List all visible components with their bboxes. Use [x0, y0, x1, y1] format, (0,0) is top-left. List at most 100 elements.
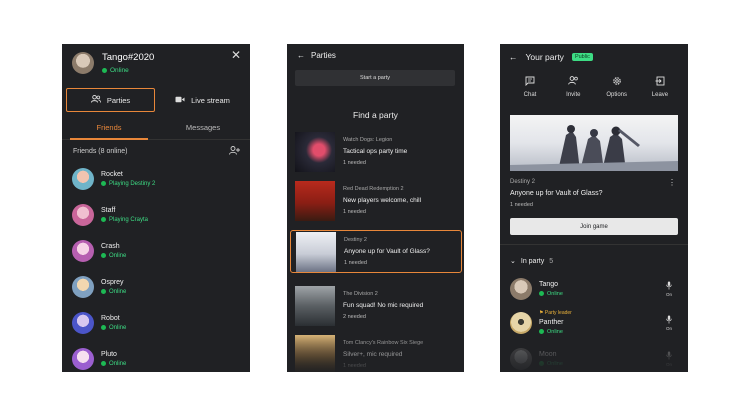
- party-item-division[interactable]: The Division 2 Fun squad! No mic require…: [295, 284, 458, 327]
- needed-count: 1 needed: [343, 160, 366, 166]
- friend-name: Robot: [101, 314, 120, 322]
- mic-label: On: [665, 325, 672, 331]
- avatar: [72, 276, 94, 298]
- parties-button[interactable]: Parties: [66, 88, 155, 112]
- party-item-destiny[interactable]: Destiny 2 Anyone up for Vault of Glass? …: [290, 230, 462, 273]
- back-arrow-icon[interactable]: ←: [297, 51, 305, 60]
- mic-label: On: [665, 292, 672, 297]
- party-title: Anyone up for Vault of Glass?: [510, 190, 603, 197]
- join-game-button[interactable]: Join game: [510, 218, 678, 235]
- back-arrow-icon[interactable]: ←: [509, 52, 518, 62]
- friend-status: Online: [101, 252, 126, 259]
- member-status: Online: [539, 291, 662, 297]
- user-avatar: [72, 52, 94, 74]
- needed-count: 2 needed: [343, 314, 366, 320]
- party-member-panther[interactable]: ⚑ Party leader Panther Online On: [510, 310, 676, 335]
- microphone-icon: [662, 351, 676, 362]
- party-item-rainbow[interactable]: Tom Clancy's Rainbow Six Siege Silver+, …: [295, 333, 458, 372]
- in-party-header[interactable]: ⌄ In party 5: [510, 257, 554, 266]
- user-name: Tango#2020: [102, 52, 155, 63]
- avatar: [72, 168, 94, 190]
- chat-icon: [510, 76, 550, 89]
- people-icon: [90, 94, 101, 105]
- friend-item-pluto[interactable]: Pluto Online: [72, 348, 126, 370]
- member-status: Online: [539, 361, 662, 367]
- tab-friends[interactable]: Friends: [62, 120, 156, 140]
- game-thumbnail: [295, 131, 335, 172]
- party-title: New players welcome, chill: [343, 197, 422, 204]
- mic-toggle[interactable]: On: [662, 281, 676, 297]
- game-thumbnail: [295, 334, 335, 372]
- friend-name: Crash: [101, 242, 120, 250]
- invite-label: Invite: [566, 92, 581, 98]
- microphone-icon: [662, 281, 676, 292]
- profile-header[interactable]: Tango#2020 Online: [72, 52, 154, 74]
- start-party-button[interactable]: Start a party: [295, 70, 455, 86]
- exit-icon: [640, 76, 680, 89]
- leave-button[interactable]: Leave: [640, 76, 680, 98]
- tab-messages[interactable]: Messages: [156, 120, 250, 139]
- parties-label: Parties: [106, 95, 131, 105]
- friend-item-staff[interactable]: Staff Playing Crayta: [72, 204, 148, 226]
- chat-label: Chat: [523, 92, 537, 98]
- friend-item-rocket[interactable]: Rocket Playing Destiny 2: [72, 168, 155, 190]
- game-name: Destiny 2: [510, 179, 536, 185]
- game-hero-image: [510, 115, 678, 171]
- avatar: [510, 348, 532, 370]
- friend-status: Playing Crayta: [101, 216, 148, 223]
- needed-count: 1 needed: [343, 209, 366, 215]
- close-icon[interactable]: ✕: [231, 48, 241, 62]
- friend-item-robot[interactable]: Robot Online: [72, 312, 126, 334]
- parties-panel: ← Parties Start a party Find a party Wat…: [287, 44, 464, 372]
- live-stream-label: Live stream: [191, 95, 230, 105]
- leave-label: Leave: [651, 92, 669, 98]
- microphone-icon: [662, 315, 676, 326]
- game-name: Destiny 2: [344, 237, 367, 243]
- divider: [500, 244, 688, 245]
- party-item-rdr2[interactable]: Red Dead Redemption 2 New players welcom…: [295, 179, 458, 222]
- party-member-tango[interactable]: Tango Online On: [510, 278, 676, 300]
- your-party-panel: ← Your party Public Chat Invite Options: [500, 44, 688, 372]
- friend-name: Rocket: [101, 170, 123, 178]
- options-label: Options: [606, 92, 627, 98]
- needed-count: 1 needed: [344, 260, 367, 266]
- live-stream-button[interactable]: Live stream: [159, 88, 246, 112]
- friend-item-osprey[interactable]: Osprey Online: [72, 276, 126, 298]
- game-name: Watch Dogs: Legion: [343, 137, 393, 143]
- member-name: Moon: [539, 351, 557, 358]
- chevron-down-icon: ⌄: [510, 258, 516, 265]
- options-button[interactable]: Options: [597, 76, 637, 98]
- friend-status: Online: [101, 324, 126, 331]
- party-member-moon[interactable]: Moon Online On: [510, 348, 676, 370]
- in-party-label: In party: [520, 257, 545, 265]
- needed-count: 1 needed: [510, 202, 533, 208]
- party-title: Fun squad! No mic required: [343, 302, 424, 309]
- people-icon: [553, 76, 593, 89]
- add-friend-icon[interactable]: [229, 146, 240, 157]
- avatar: [72, 348, 94, 370]
- user-status: Online: [102, 67, 154, 74]
- friend-status: Online: [101, 288, 126, 295]
- chat-button[interactable]: Chat: [510, 76, 550, 98]
- game-name: Tom Clancy's Rainbow Six Siege: [343, 340, 424, 346]
- more-options-icon[interactable]: ⋮: [668, 178, 676, 187]
- game-thumbnail: [296, 231, 336, 272]
- page-title: Parties: [311, 51, 336, 60]
- party-item-watch-dogs[interactable]: Watch Dogs: Legion Tactical ops party ti…: [295, 130, 458, 173]
- in-party-count: 5: [549, 257, 554, 265]
- game-name: Red Dead Redemption 2: [343, 186, 404, 192]
- party-title: Silver+, mic required: [343, 351, 403, 358]
- page-title: Your party: [525, 52, 564, 62]
- mic-toggle[interactable]: On: [662, 315, 676, 331]
- avatar: [510, 278, 532, 300]
- invite-button[interactable]: Invite: [553, 76, 593, 98]
- guide-panel: Tango#2020 Online ✕ Parties Live stream …: [62, 44, 250, 372]
- public-badge: Public: [571, 53, 593, 61]
- needed-count: 1 needed: [343, 363, 366, 369]
- member-status: Online: [539, 329, 662, 335]
- friend-item-crash[interactable]: Crash Online: [72, 240, 126, 262]
- avatar: [72, 240, 94, 262]
- party-leader-label: ⚑ Party leader: [539, 310, 572, 316]
- mic-toggle[interactable]: On: [662, 351, 676, 367]
- party-title: Tactical ops party time: [343, 148, 408, 155]
